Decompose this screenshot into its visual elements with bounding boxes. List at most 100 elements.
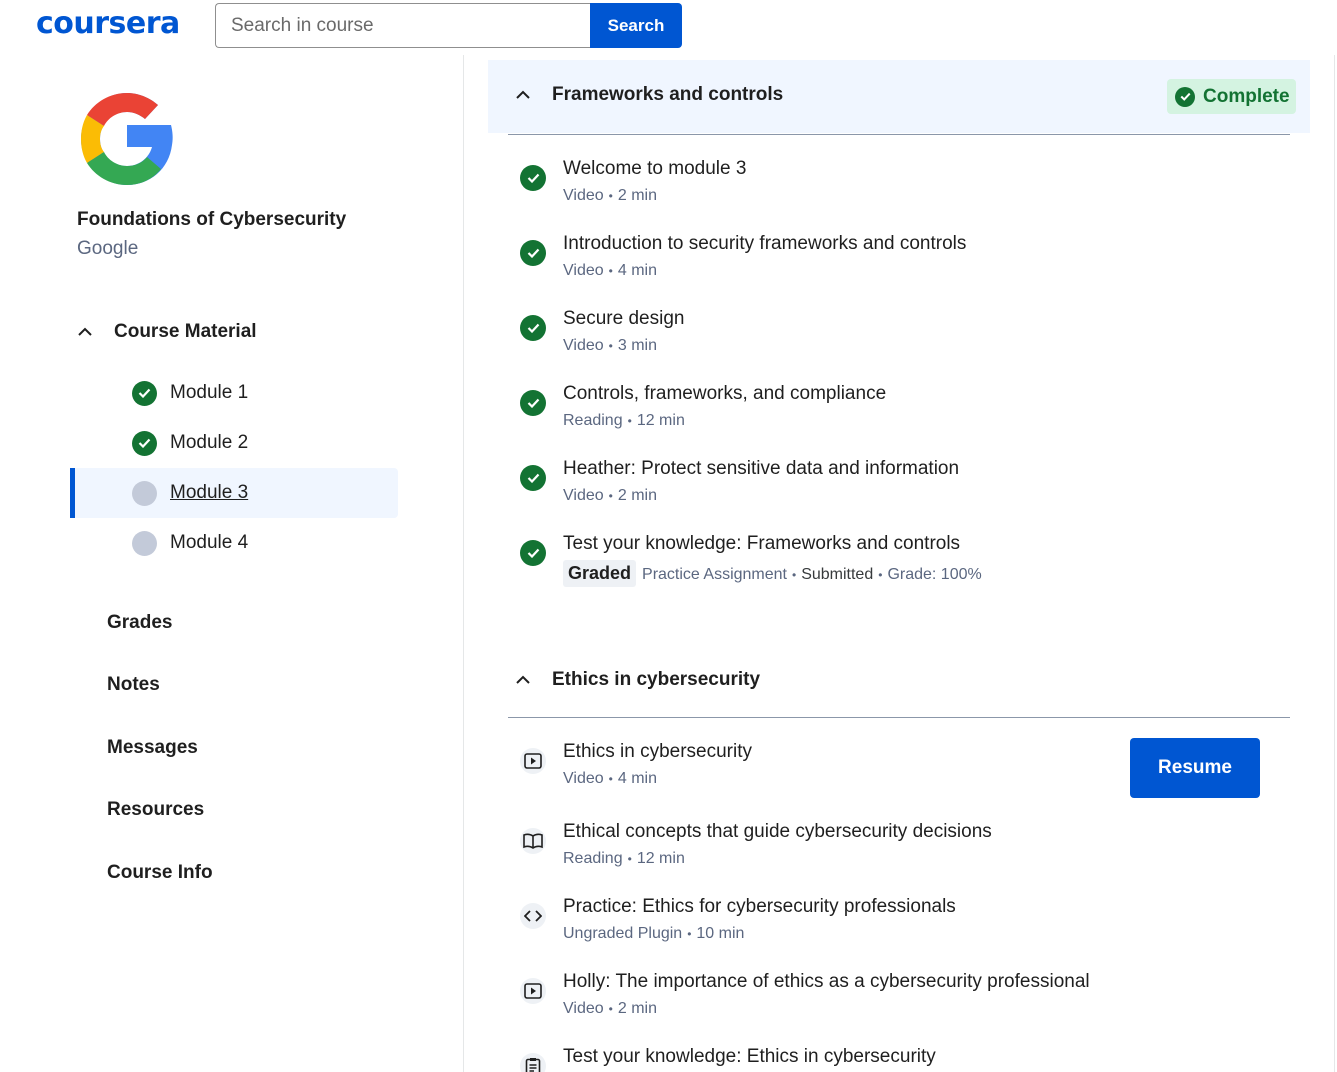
module-label: Module 3 (170, 482, 249, 503)
item-meta: Video • 2 min (563, 1000, 657, 1017)
list-item[interactable]: Introduction to security frameworks and … (517, 233, 1277, 293)
list-item[interactable]: Heather: Protect sensitive data and info… (517, 458, 1277, 518)
quiz-icon (520, 1053, 546, 1072)
item-meta: Video • 2 min (563, 187, 657, 204)
section-title: Ethics in cybersecurity (552, 669, 761, 690)
course-material-toggle[interactable]: Course Material (70, 317, 257, 347)
search-button[interactable]: Search (590, 3, 682, 48)
video-icon (520, 978, 546, 1004)
item-title: Secure design (563, 308, 685, 329)
item-title: Ethical concepts that guide cybersecurit… (563, 821, 992, 842)
item-title: Test your knowledge: Ethics in cybersecu… (563, 1046, 936, 1067)
item-meta: Video • 2 min (563, 487, 657, 504)
item-type: Video (563, 1000, 604, 1017)
list-item[interactable]: Test your knowledge: Frameworks and cont… (517, 533, 1277, 593)
nav-course-info[interactable]: Course Info (107, 862, 213, 884)
reading-icon (520, 828, 546, 854)
check-icon (1175, 86, 1195, 107)
item-title: Heather: Protect sensitive data and info… (563, 458, 960, 479)
item-meta: Video • 4 min (563, 262, 657, 279)
incomplete-status-icon (132, 530, 157, 556)
list-item[interactable]: Test your knowledge: Ethics in cybersecu… (517, 1046, 1277, 1072)
module-label: Module 2 (170, 432, 249, 453)
section-divider (508, 134, 1290, 135)
item-status: Submitted (801, 565, 874, 583)
check-icon (520, 390, 546, 416)
coursera-logo[interactable]: coursera (36, 6, 180, 41)
item-type: Reading (563, 412, 623, 429)
nav-notes[interactable]: Notes (107, 674, 160, 696)
nav-resources[interactable]: Resources (107, 799, 204, 821)
item-type: Ungraded Plugin (563, 925, 683, 942)
list-item[interactable]: Controls, frameworks, and compliance Rea… (517, 383, 1277, 443)
incomplete-status-icon (132, 480, 157, 506)
sidebar-item-module-2[interactable]: Module 2 (70, 418, 398, 468)
sidebar-item-module-3[interactable]: Module 3 (70, 468, 398, 518)
item-meta: Reading • 12 min (563, 850, 685, 867)
item-meta: Reading • 12 min (563, 412, 685, 429)
section-toggle-frameworks[interactable]: Frameworks and controls (508, 80, 783, 110)
list-item[interactable]: Practice: Ethics for cybersecurity profe… (517, 896, 1277, 956)
section-divider (508, 717, 1290, 718)
nav-grades[interactable]: Grades (107, 612, 172, 634)
course-partner: Google (77, 238, 139, 259)
module-label: Module 4 (170, 532, 249, 553)
item-duration: 2 min (617, 487, 657, 504)
sidebar: Foundations of Cybersecurity Google Cour… (0, 55, 464, 1072)
section-toggle-ethics[interactable]: Ethics in cybersecurity (508, 665, 760, 695)
google-logo-icon (81, 93, 173, 185)
list-item[interactable]: Ethical concepts that guide cybersecurit… (517, 821, 1277, 881)
list-item[interactable]: Welcome to module 3 Video • 2 min (517, 158, 1277, 218)
check-icon (520, 315, 546, 341)
item-type: Video (563, 487, 604, 504)
item-title: Welcome to module 3 (563, 158, 747, 179)
item-type: Video (563, 770, 604, 787)
check-icon (132, 380, 157, 406)
item-type: Video (563, 337, 604, 354)
item-title: Introduction to security frameworks and … (563, 233, 967, 254)
item-type: Reading (563, 850, 623, 867)
section-title: Frameworks and controls (552, 84, 784, 105)
item-duration: 12 min (636, 412, 685, 429)
chevron-up-icon (508, 85, 538, 105)
item-title: Controls, frameworks, and compliance (563, 383, 887, 404)
item-duration: 2 min (617, 187, 657, 204)
course-material-label: Course Material (114, 321, 257, 342)
module-label: Module 1 (170, 382, 249, 403)
check-icon (132, 430, 157, 456)
video-icon (520, 748, 546, 774)
item-duration: 4 min (617, 262, 657, 279)
item-duration: 4 min (617, 770, 657, 787)
item-meta: Video • 3 min (563, 337, 657, 354)
check-icon (520, 165, 546, 191)
check-icon (520, 540, 546, 566)
complete-label: Complete (1203, 85, 1290, 107)
graded-badge: Graded (563, 560, 637, 587)
sidebar-item-module-1[interactable]: Module 1 (70, 368, 398, 418)
item-title: Ethics in cybersecurity (563, 741, 753, 762)
item-duration: 10 min (696, 925, 745, 942)
chevron-up-icon (508, 670, 538, 690)
resume-button[interactable]: Resume (1130, 738, 1260, 798)
course-title: Foundations of Cybersecurity (77, 209, 347, 230)
item-meta: Graded Practice Assignment • Submitted • G… (563, 560, 982, 587)
item-meta: Video • 4 min (563, 770, 657, 787)
section-header-frameworks: Frameworks and controls Complete (488, 60, 1310, 133)
list-item[interactable]: Secure design Video • 3 min (517, 308, 1277, 368)
item-title: Holly: The importance of ethics as a cyb… (563, 971, 1090, 992)
list-item[interactable]: Holly: The importance of ethics as a cyb… (517, 971, 1277, 1031)
item-duration: 2 min (617, 1000, 657, 1017)
item-meta: Ungraded Plugin • 10 min (563, 925, 745, 942)
chevron-up-icon (70, 322, 100, 342)
item-duration: 12 min (636, 850, 685, 867)
scroll-edge (1334, 55, 1335, 1072)
sidebar-item-module-4[interactable]: Module 4 (70, 518, 398, 568)
item-type: Video (563, 262, 604, 279)
item-title: Practice: Ethics for cybersecurity profe… (563, 896, 956, 917)
search-input[interactable] (215, 3, 591, 48)
check-icon (520, 465, 546, 491)
check-icon (520, 240, 546, 266)
item-grade: Grade: 100% (887, 565, 982, 583)
item-duration: 3 min (617, 337, 657, 354)
nav-messages[interactable]: Messages (107, 737, 198, 759)
